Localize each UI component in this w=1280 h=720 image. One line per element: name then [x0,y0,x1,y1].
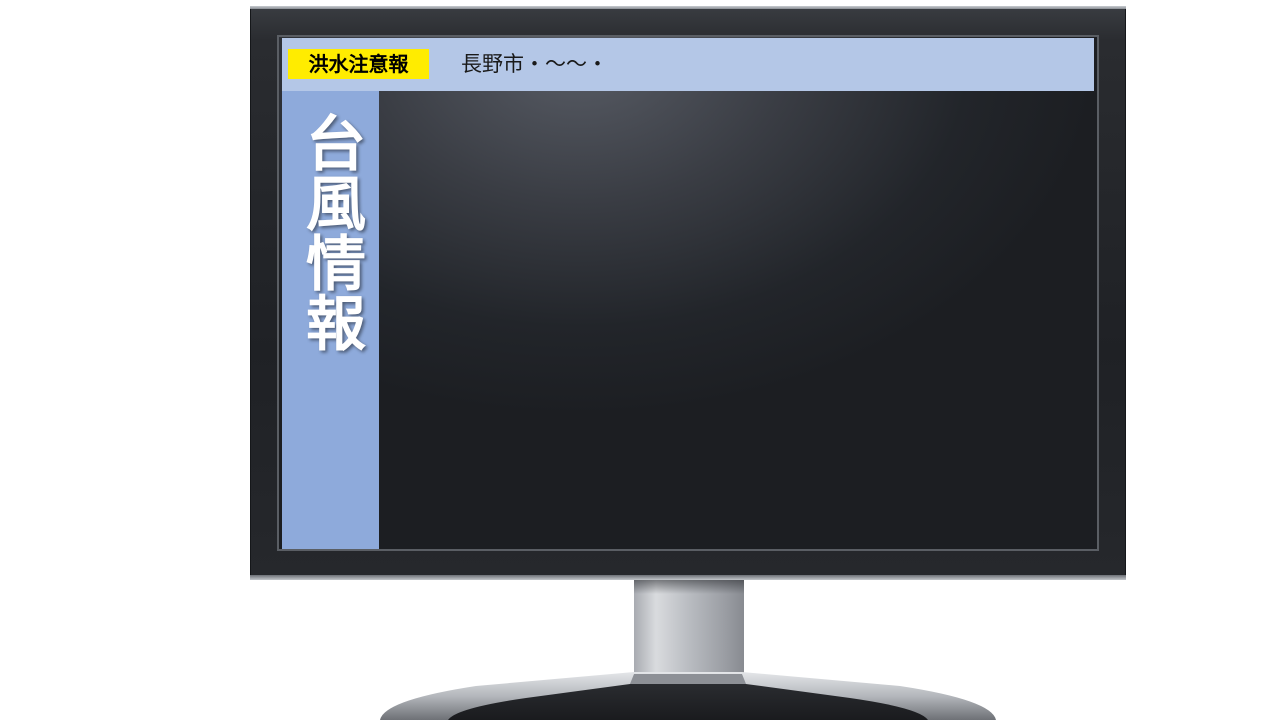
slide-canvas: 洪水注意報 長野市・～～・ 台風情報 [0,0,1280,720]
typhoon-info-title: 台風情報 [295,112,366,352]
news-ticker-text: 長野市・～～・ [461,52,608,76]
stand-base-icon [380,672,996,720]
flood-warning-badge: 洪水注意報 [288,49,429,79]
monitor-stand-base [380,672,996,720]
monitor-neck-shadow [634,580,744,594]
monitor-screen [277,35,1099,551]
monitor-top-edge [250,6,1126,9]
